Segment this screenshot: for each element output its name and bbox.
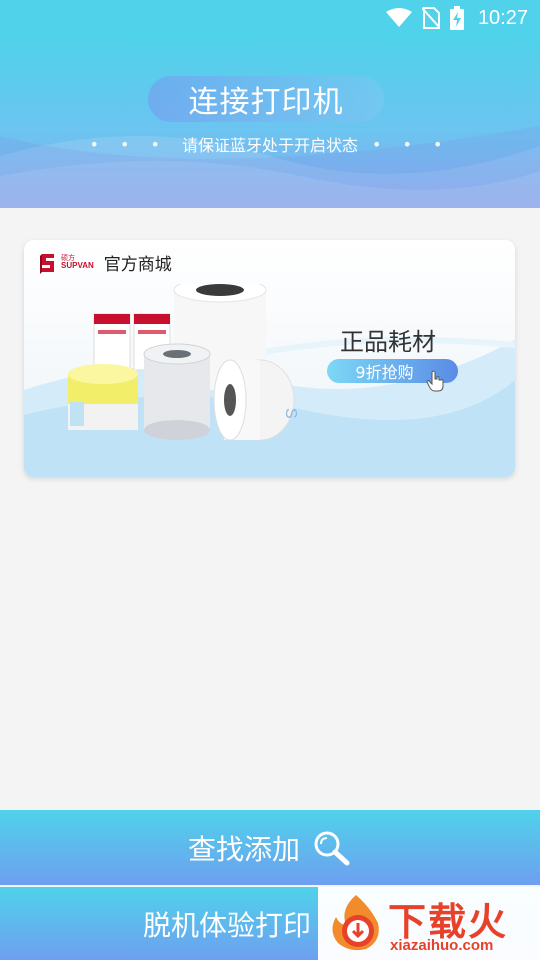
supvan-logo-mark-icon: [40, 253, 54, 274]
battery-charging-icon: [449, 6, 464, 30]
dots-right: • • •: [372, 134, 451, 154]
status-bar: 10:27: [0, 0, 540, 36]
pointer-hand-icon: [426, 370, 444, 392]
dots-left: • • •: [89, 134, 168, 154]
brand-header: 硕方 SUPVAN 官方商城: [38, 250, 172, 275]
offline-print-label: 脱机体验打印: [143, 908, 312, 942]
status-time: 10:27: [477, 6, 528, 29]
flame-logo-icon: [332, 895, 379, 951]
watermark-url: xiazaihuo.com: [390, 937, 494, 954]
subtitle-row: • • • 请保证蓝牙处于开启状态 • • •: [0, 132, 540, 156]
bluetooth-hint: 请保证蓝牙处于开启状态: [181, 136, 358, 155]
header-wave-decoration: [0, 126, 540, 208]
page-title: 连接打印机: [188, 85, 344, 120]
promo-title: 正品耗材: [340, 328, 436, 356]
wifi-icon: [385, 8, 412, 27]
watermark: 下载火 xiazaihuo.com: [318, 887, 540, 960]
search-add-label: 查找添加: [187, 832, 300, 866]
header: 连接打印机 • • • 请保证蓝牙处于开启状态 • • •: [0, 36, 540, 208]
svg-text:S: S: [282, 408, 299, 419]
search-icon: [314, 831, 350, 865]
label-rolls-illustration: S: [68, 284, 299, 441]
store-label: 官方商城: [103, 255, 172, 275]
supvan-logo: 硕方 SUPVAN: [38, 252, 94, 274]
store-banner[interactable]: 硕方 SUPVAN 官方商城 S 正品耗材 9折抢购: [24, 240, 515, 477]
page-title-pill: 连接打印机: [148, 76, 384, 122]
brand-en: SUPVAN: [61, 261, 94, 270]
search-add-button[interactable]: 查找添加: [0, 810, 540, 885]
no-sim-icon: [421, 7, 440, 29]
